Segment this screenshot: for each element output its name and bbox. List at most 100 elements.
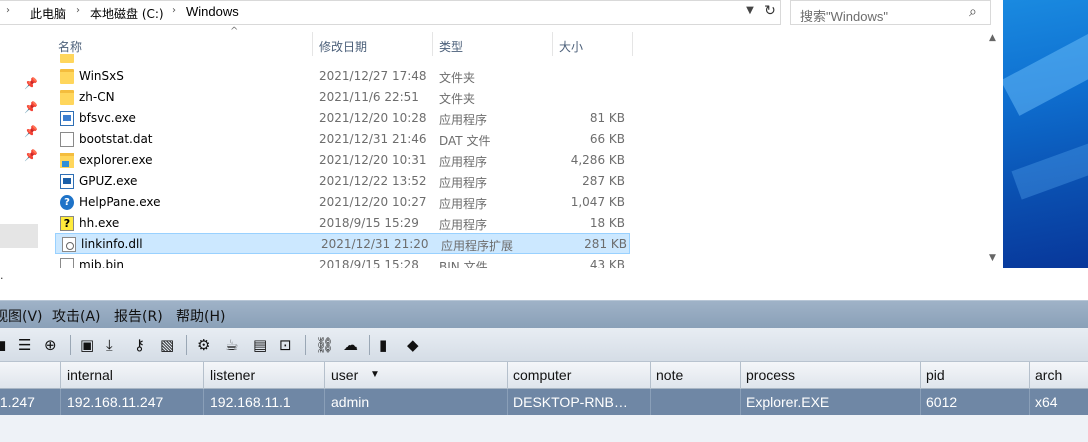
sort-descending-icon[interactable]: ▼	[370, 369, 380, 380]
exe-icon	[60, 111, 74, 126]
beacon-row-selected[interactable]: .1.247 192.168.11.247 192.168.11.1 admin…	[0, 389, 1088, 415]
column-divider[interactable]	[324, 362, 325, 389]
file-row[interactable]: WinSxS 2021/12/27 17:48 文件夹	[54, 66, 629, 87]
column-divider[interactable]	[920, 362, 921, 389]
cloud-icon[interactable]: ☁	[341, 335, 361, 355]
file-size: 4,286 KB	[570, 153, 625, 167]
scroll-up-icon[interactable]: ▲	[989, 33, 996, 43]
column-modified[interactable]: 修改日期	[319, 38, 367, 55]
file-row[interactable]: bfsvc.exe 2021/12/20 10:28 应用程序 81 KB	[54, 108, 629, 129]
column-listener[interactable]: listener	[210, 367, 255, 383]
coffee-icon[interactable]: ☕	[223, 335, 243, 355]
image-icon[interactable]: ▧	[158, 335, 178, 355]
key-icon[interactable]: ⚷	[132, 335, 152, 355]
chevron-down-icon[interactable]: ▼	[743, 5, 757, 21]
link-icon[interactable]: ⛓	[313, 335, 334, 355]
search-icon[interactable]: ⌕	[969, 4, 977, 20]
file-row[interactable]: explorer.exe 2021/12/20 10:31 应用程序 4,286…	[54, 150, 629, 171]
beacon-table-header: internal listener user ▼ computer note p…	[0, 362, 1088, 389]
file-size: 287 KB	[582, 174, 625, 188]
refresh-icon[interactable]: ↻	[761, 3, 779, 23]
chevron-right-icon[interactable]: ›	[76, 5, 80, 16]
screenshot-icon[interactable]: ▣	[78, 335, 98, 355]
column-arch[interactable]: arch	[1035, 367, 1062, 383]
breadcrumb-windows[interactable]: Windows	[186, 4, 239, 19]
column-divider[interactable]	[60, 362, 61, 389]
cube-icon[interactable]: ◆	[405, 335, 425, 355]
file-type: 文件夹	[439, 71, 476, 85]
navigation-pane: 📌 📌 📌 📌	[0, 25, 40, 268]
document-icon[interactable]: ▤	[251, 335, 271, 355]
menu-reporting[interactable]: 报告(R)	[114, 306, 163, 326]
column-headers: ^ 名称 修改日期 类型 大小	[54, 26, 634, 56]
file-type: 应用程序	[439, 176, 488, 190]
file-row[interactable]: ? hh.exe 2018/9/15 15:29 应用程序 18 KB	[54, 213, 629, 234]
file-name: WinSxS	[79, 69, 124, 83]
address-bar[interactable]: › 此电脑 › 本地磁盘 (C:) › Windows ▼ ↻	[0, 0, 781, 25]
list-icon[interactable]: ☰	[16, 335, 36, 355]
file-row[interactable]: GPUZ.exe 2021/12/22 13:52 应用程序 287 KB	[54, 171, 629, 192]
breadcrumb-local-disk[interactable]: 本地磁盘 (C:)	[90, 5, 164, 22]
file-row-partial[interactable]	[54, 54, 629, 66]
pin-icon[interactable]: 📌	[24, 77, 38, 90]
chevron-right-icon[interactable]: ›	[6, 5, 10, 16]
nav-item-selected[interactable]	[0, 224, 38, 248]
breadcrumb-this-pc[interactable]: 此电脑	[30, 5, 66, 22]
column-divider[interactable]	[650, 362, 651, 389]
pin-icon[interactable]: 📌	[24, 125, 38, 138]
menu-help[interactable]: 帮助(H)	[176, 306, 225, 326]
file-type: 文件夹	[439, 92, 476, 106]
file-type: 应用程序	[439, 197, 488, 211]
file-modified: 2021/12/20 10:28	[319, 111, 427, 125]
chevron-right-icon[interactable]: ›	[172, 5, 176, 16]
file-row[interactable]: bootstat.dat 2021/12/31 21:46 DAT 文件 66 …	[54, 129, 629, 150]
headphones-icon[interactable]: ◼	[0, 335, 12, 355]
toolbar-separator	[186, 335, 187, 355]
column-user[interactable]: user	[331, 367, 358, 383]
column-type[interactable]: 类型	[439, 38, 463, 55]
cell-divider	[324, 389, 325, 415]
column-divider[interactable]	[740, 362, 741, 389]
column-internal[interactable]: internal	[67, 367, 113, 383]
search-input[interactable]: 搜索"Windows"	[800, 6, 888, 25]
file-row-selected[interactable]: linkinfo.dll 2021/12/31 21:20 应用程序扩展 281…	[55, 233, 630, 254]
file-name: linkinfo.dll	[81, 237, 143, 251]
file-name: bfsvc.exe	[79, 111, 136, 125]
target-icon[interactable]: ⊕	[42, 335, 62, 355]
column-note[interactable]: note	[656, 367, 683, 383]
menu-attacks[interactable]: 攻击(A)	[52, 306, 101, 326]
column-divider[interactable]	[632, 32, 633, 56]
file-row[interactable]: zh-CN 2021/11/6 22:51 文件夹	[54, 87, 629, 108]
column-computer[interactable]: computer	[513, 367, 571, 383]
gear-icon[interactable]: ⚙	[195, 335, 215, 355]
column-divider[interactable]	[432, 32, 433, 56]
file-type: 应用程序	[439, 218, 488, 232]
help-icon: ?	[60, 195, 74, 210]
dll-icon	[62, 237, 76, 252]
column-divider[interactable]	[312, 32, 313, 56]
download-icon[interactable]: ⤓	[104, 335, 124, 355]
column-divider[interactable]	[1029, 362, 1030, 389]
column-process[interactable]: process	[746, 367, 795, 383]
scroll-down-icon[interactable]: ▼	[989, 253, 996, 263]
column-divider[interactable]	[203, 362, 204, 389]
vertical-scrollbar[interactable]: ▲ ▼	[985, 25, 1003, 268]
cell-divider	[60, 389, 61, 415]
column-size[interactable]: 大小	[559, 38, 583, 55]
cell-divider	[507, 389, 508, 415]
menu-bar: 视图(V) 攻击(A) 报告(R) 帮助(H)	[0, 300, 1088, 328]
column-name[interactable]: 名称	[58, 38, 82, 55]
pin-icon[interactable]: 📌	[24, 149, 38, 162]
cell-listener: 192.168.11.1	[210, 394, 291, 410]
column-divider[interactable]	[507, 362, 508, 389]
file-row[interactable]: ? HelpPane.exe 2021/12/20 10:27 应用程序 1,0…	[54, 192, 629, 213]
terminal-icon[interactable]: ⊡	[277, 335, 297, 355]
book-icon[interactable]: ▮	[377, 335, 397, 355]
file-row[interactable]: mib.bin 2018/9/15 15:28 BIN 文件 43 KB	[54, 255, 629, 268]
cell-divider	[650, 389, 651, 415]
column-pid[interactable]: pid	[926, 367, 945, 383]
search-box[interactable]: 搜索"Windows" ⌕	[790, 0, 991, 25]
menu-view[interactable]: 视图(V)	[0, 306, 43, 326]
pin-icon[interactable]: 📌	[24, 101, 38, 114]
column-divider[interactable]	[552, 32, 553, 56]
